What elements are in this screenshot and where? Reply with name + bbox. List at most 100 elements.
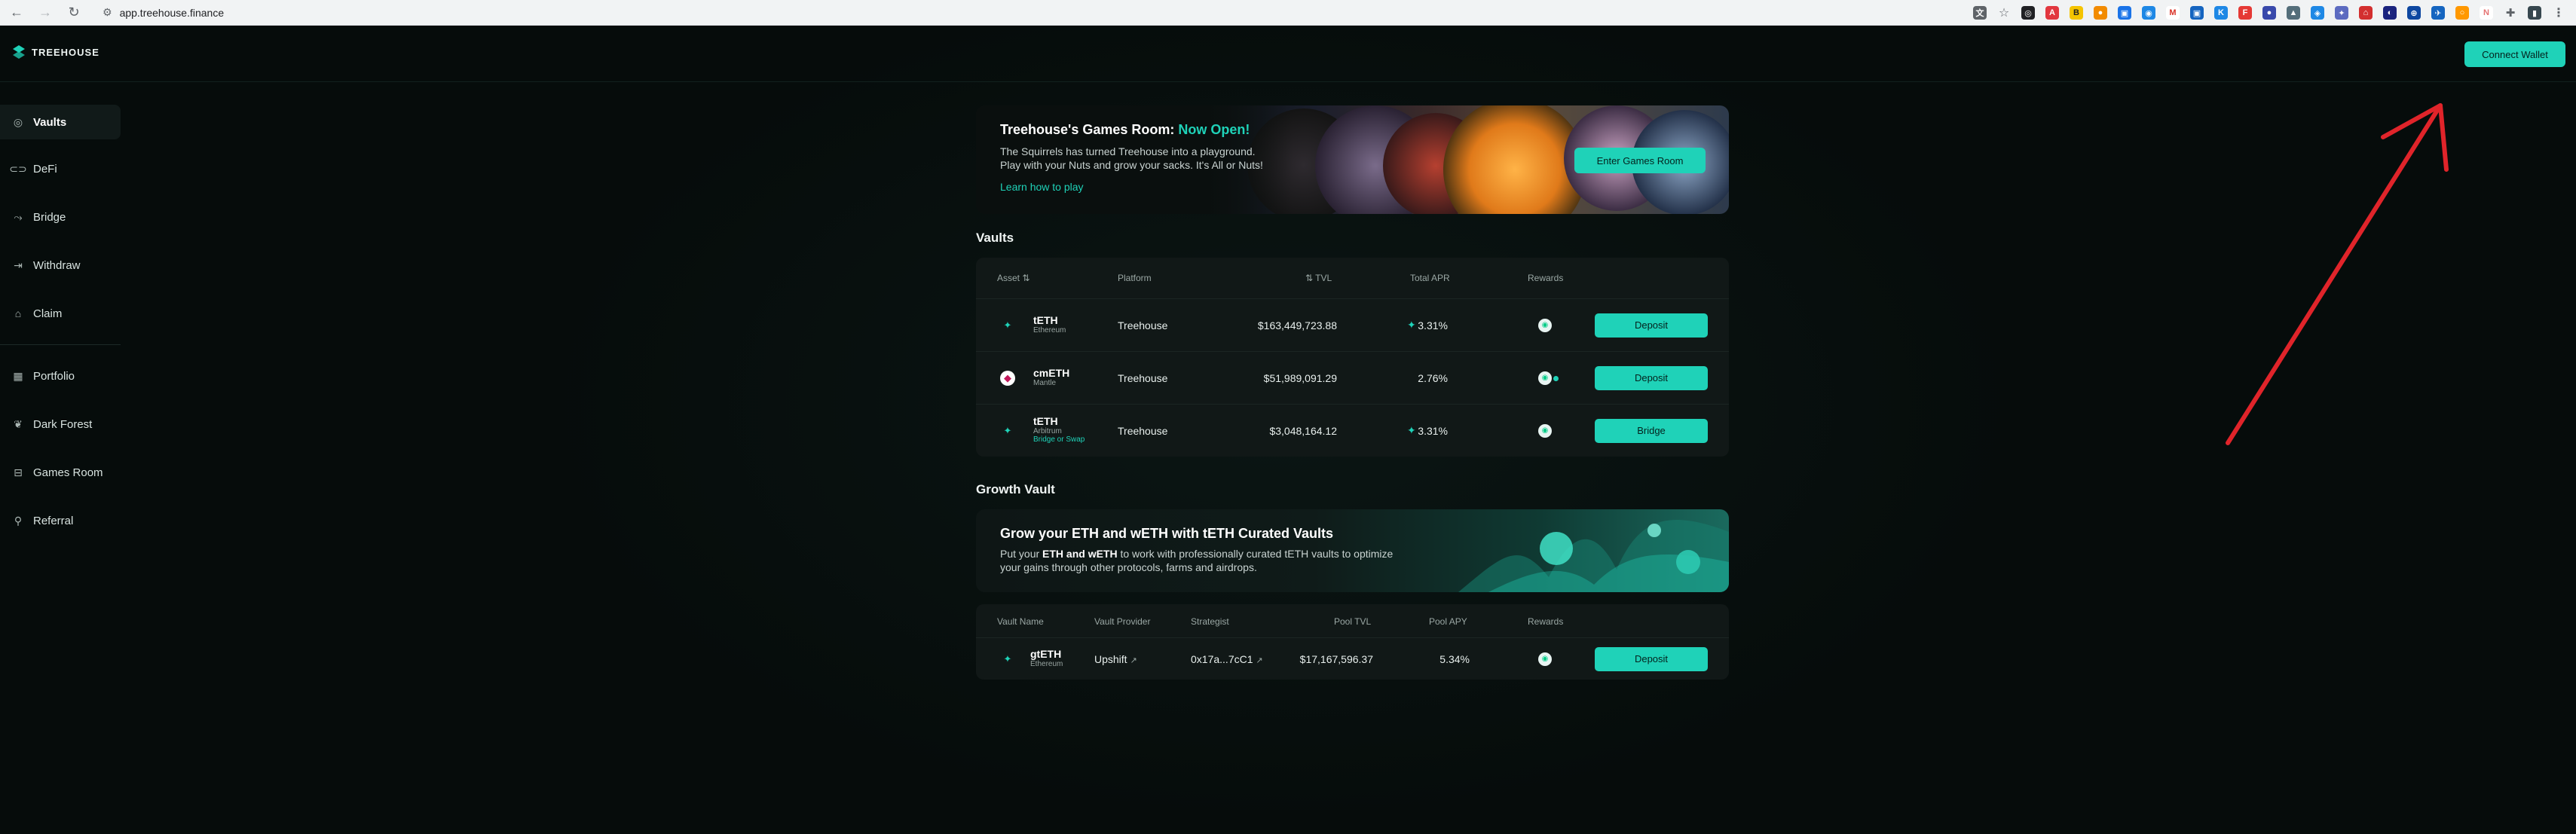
bridge-button[interactable]: Bridge [1595, 418, 1708, 443]
sidebar-item-label: Withdraw [33, 258, 81, 272]
sidebar-item-dark-forest[interactable]: ❦ Dark Forest [0, 407, 121, 441]
reward-token-icon: ◉ [1538, 371, 1552, 385]
cmeth-icon: ◆ [1000, 371, 1015, 386]
asset-network: Mantle [1033, 379, 1057, 387]
learn-how-link[interactable]: Learn how to play [1000, 181, 1084, 193]
pool-tvl-header: Pool TVL [1334, 616, 1372, 627]
extension-icon[interactable]: ✦ [2335, 6, 2348, 20]
vault-icon: ◎ [13, 115, 23, 128]
asset-cell: cmETH Mantle [1033, 367, 1069, 387]
sidebar-item-claim[interactable]: ⌂ Claim [0, 296, 121, 331]
reload-icon[interactable]: ↻ [65, 4, 83, 22]
address-bar[interactable]: ⚙ app.treehouse.finance [93, 3, 233, 23]
app-root: TREEHOUSE Connect Wallet ◎ Vaults ⊂⊃ DeF… [0, 26, 2576, 834]
growth-table-header: Vault Name Vault Provider Strategist Poo… [976, 612, 1729, 631]
pool-tvl-cell: $17,167,596.37 [1299, 652, 1373, 665]
vaults-section-title: Vaults [976, 231, 1014, 245]
sidebar-item-label: Referral [33, 514, 74, 527]
external-link-icon: ↗ [1130, 655, 1137, 665]
leaf-icon: ❦ [14, 417, 23, 430]
tvl-cell: $51,989,091.29 [1263, 371, 1337, 384]
asset-name: tETH [1033, 314, 1058, 326]
strategist-header: Strategist [1191, 616, 1229, 627]
asset-name: cmETH [1033, 367, 1070, 379]
translate-icon[interactable]: 文 [1973, 6, 1987, 20]
claim-icon: ⌂ [14, 307, 22, 319]
growth-desc-text: to work with professionally curated tETH… [1117, 548, 1394, 560]
extension-icon[interactable]: ○ [2455, 6, 2469, 20]
sidebar-item-bridge[interactable]: ⤳ Bridge [0, 200, 121, 234]
connect-wallet-button[interactable]: Connect Wallet [2464, 41, 2565, 67]
sidebar-item-games-room[interactable]: ⊟ Games Room [0, 455, 121, 490]
sidebar-item-defi[interactable]: ⊂⊃ DeFi [0, 151, 121, 186]
strategist-link[interactable]: 0x17a...7cC1 ↗ [1191, 653, 1263, 665]
url-text: app.treehouse.finance [119, 6, 225, 19]
extension-icon[interactable]: ◎ [2021, 6, 2035, 20]
gteth-icon: ✦ [1003, 653, 1012, 664]
extension-icon[interactable]: N [2480, 6, 2493, 20]
games-room-banner: Treehouse's Games Room: Now Open! The Sq… [976, 105, 1729, 214]
extension-icon[interactable]: A [2045, 6, 2059, 20]
extension-icon[interactable]: ● [2094, 6, 2107, 20]
tvl-sort-header[interactable]: ⇅ TVL [1305, 273, 1332, 283]
banner-title-text: Treehouse's Games Room: [1000, 122, 1179, 137]
reward-token-icon: ◉ [1538, 652, 1552, 666]
growth-desc-line: your gains through other protocols, farm… [1000, 561, 1257, 573]
enter-games-room-button[interactable]: Enter Games Room [1574, 148, 1706, 173]
app-header: TREEHOUSE Connect Wallet [0, 26, 2576, 82]
sidebar-item-withdraw[interactable]: ⇥ Withdraw [0, 248, 121, 283]
site-info-icon[interactable]: ⚙ [102, 6, 112, 19]
treehouse-logo-icon [13, 45, 25, 59]
extension-icon[interactable]: ◉ [2142, 6, 2155, 20]
extension-icon[interactable]: ◐ [2383, 6, 2397, 20]
strategist-address: 0x17a...7cC1 [1191, 652, 1253, 665]
extension-icon[interactable]: ● [2262, 6, 2276, 20]
extension-icon[interactable]: ▣ [2118, 6, 2131, 20]
asset-cell: tETH Ethereum [1033, 314, 1066, 335]
deposit-button[interactable]: Deposit [1595, 646, 1708, 671]
table-row: ✦ gtETH Ethereum Upshift ↗ 0x17a...7cC1 … [976, 637, 1729, 680]
tvl-cell: $3,048,164.12 [1269, 424, 1337, 437]
extension-icon[interactable]: F [2238, 6, 2252, 20]
deposit-button[interactable]: Deposit [1595, 313, 1708, 338]
deposit-button[interactable]: Deposit [1595, 365, 1708, 390]
extension-icon[interactable]: ▲ [2287, 6, 2300, 20]
extension-icon[interactable]: ◈ [2311, 6, 2324, 20]
extensions-puzzle-icon[interactable]: ✚ [2504, 6, 2517, 20]
menu-dots-icon[interactable]: ⋮ [2552, 6, 2565, 20]
grid-icon: ▦ [13, 369, 23, 382]
sidebar-item-portfolio[interactable]: ▦ Portfolio [0, 359, 121, 393]
vault-name: gtETH [1030, 648, 1062, 660]
logo-text: TREEHOUSE [32, 46, 99, 58]
banner-description: The Squirrels has turned Treehouse into … [1000, 145, 1286, 172]
asset-sort-header[interactable]: Asset ⇅ [997, 273, 1029, 283]
sidebar-item-referral[interactable]: ⚲ Referral [0, 503, 121, 538]
extension-icon[interactable]: ⊕ [2407, 6, 2421, 20]
teth-icon: ✦ [1003, 319, 1012, 331]
extension-icon[interactable]: ▣ [2190, 6, 2204, 20]
sidebar-item-vaults[interactable]: ◎ Vaults [0, 105, 121, 139]
gamepad-icon: ⊟ [14, 466, 23, 478]
sidebar-nav: ◎ Vaults ⊂⊃ DeFi ⤳ Bridge ⇥ Withdraw ⌂ C… [0, 105, 121, 551]
profile-icon[interactable]: ▮ [2528, 6, 2541, 20]
extension-icon[interactable]: B [2070, 6, 2083, 20]
banner-title: Treehouse's Games Room: Now Open! [1000, 122, 1250, 138]
bookmark-star-icon[interactable]: ☆ [1997, 6, 2011, 20]
bridge-or-swap-link[interactable]: Bridge or Swap [1033, 435, 1085, 444]
platform-cell: Treehouse [1118, 371, 1168, 384]
asset-network: Ethereum [1033, 326, 1066, 335]
back-icon[interactable]: ← [8, 4, 26, 22]
extension-icon[interactable]: ⌂ [2359, 6, 2373, 20]
forward-icon[interactable]: → [36, 4, 54, 22]
extension-icon[interactable]: K [2214, 6, 2228, 20]
tvl-cell: $163,449,723.88 [1257, 319, 1337, 331]
sidebar-item-label: DeFi [33, 162, 57, 176]
vault-provider-link[interactable]: Upshift ↗ [1094, 653, 1137, 665]
apr-cell: 3.31% [1418, 319, 1448, 331]
extension-icon[interactable]: ✈ [2431, 6, 2445, 20]
sidebar-item-label: Vaults [33, 115, 67, 129]
logo[interactable]: TREEHOUSE [12, 44, 99, 60]
growth-section-title: Growth Vault [976, 482, 1055, 496]
vaults-table: Asset ⇅ Platform ⇅ TVL Total APR Rewards… [976, 258, 1729, 457]
extension-icon[interactable]: M [2166, 6, 2180, 20]
